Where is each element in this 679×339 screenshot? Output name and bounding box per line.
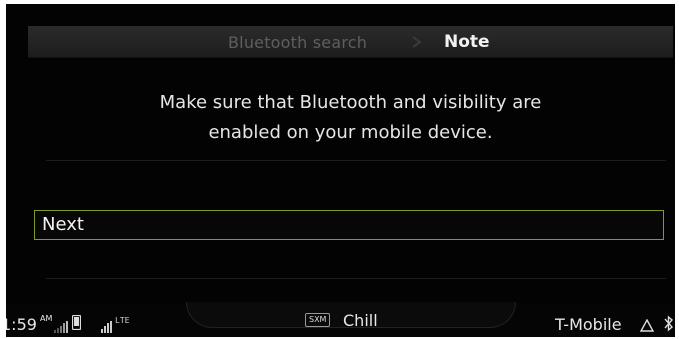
infotainment-screen: Bluetooth search Note Make sure that Blu…: [6, 4, 675, 337]
note-message: Make sure that Bluetooth and visibility …: [28, 88, 673, 148]
divider: [46, 160, 666, 161]
device-frame: Bluetooth search Note Make sure that Blu…: [0, 0, 679, 339]
phone-icon: [71, 314, 82, 331]
radio-station[interactable]: Chill: [343, 311, 378, 330]
clock-time: 1:59: [6, 315, 37, 334]
signal-bars-icon: [54, 318, 68, 333]
carrier-name: T-Mobile: [555, 315, 622, 334]
chevron-right-icon: [410, 36, 424, 48]
header-bar: Bluetooth search Note: [28, 26, 673, 58]
sxm-badge: SXM: [305, 313, 331, 327]
breadcrumb-bluetooth-search[interactable]: Bluetooth search: [228, 33, 367, 52]
status-bar: 1:59 AM LTE SXM Chill T-Mobile: [6, 302, 675, 337]
note-line-1: Make sure that Bluetooth and visibility …: [159, 92, 542, 113]
cellular-signal-icon: [101, 318, 113, 333]
divider: [46, 278, 666, 279]
next-button[interactable]: Next: [34, 210, 664, 240]
bluetooth-icon: [664, 315, 674, 332]
lte-icon: LTE: [115, 316, 130, 325]
page-title: Note: [444, 32, 490, 52]
clock-ampm: AM: [40, 314, 53, 323]
navigation-triangle-icon: [639, 317, 655, 332]
note-line-2: enabled on your mobile device.: [208, 122, 493, 143]
